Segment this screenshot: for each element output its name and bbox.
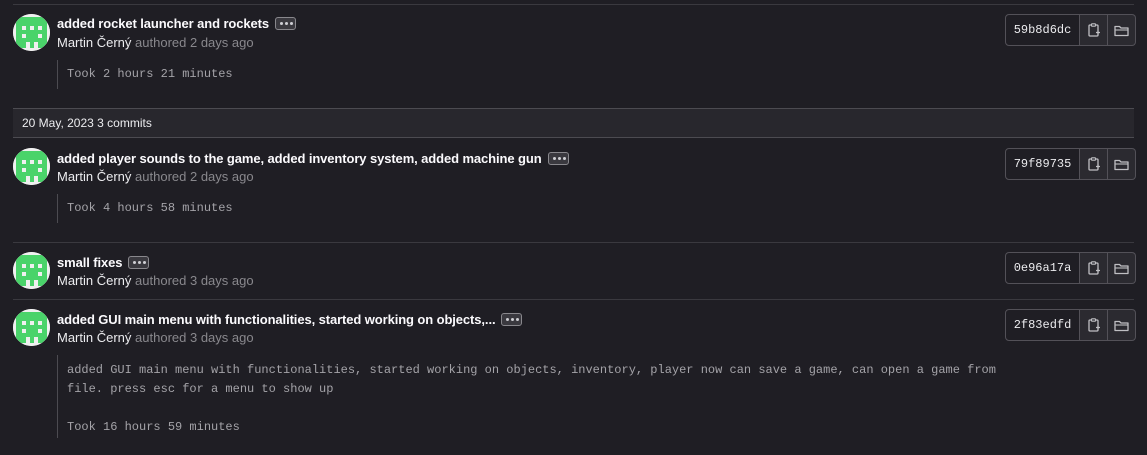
commit-author: Martin Černý authored 2 days ago [57, 169, 254, 184]
browse-files-button[interactable] [1108, 252, 1136, 284]
commit-actions: 2f83edfd [1005, 309, 1136, 341]
browse-files-button[interactable] [1108, 14, 1136, 46]
author-name[interactable]: Martin Černý [57, 169, 131, 184]
copy-sha-button[interactable] [1080, 252, 1108, 284]
commit-sha-button[interactable]: 59b8d6dc [1005, 14, 1080, 46]
commit-actions: 59b8d6dc [1005, 14, 1136, 46]
copy-icon [1087, 23, 1100, 37]
commit-author: Martin Černý authored 2 days ago [57, 35, 254, 50]
browse-files-button[interactable] [1108, 148, 1136, 180]
commit-date: authored 2 days ago [135, 35, 254, 50]
commit-date: authored 3 days ago [135, 330, 254, 345]
ellipsis-icon[interactable] [547, 152, 569, 166]
copy-icon [1087, 261, 1100, 275]
day-date: 20 May, 2023 [22, 116, 94, 130]
avatar[interactable] [13, 309, 50, 346]
copy-sha-button[interactable] [1080, 14, 1108, 46]
avatar[interactable] [13, 14, 50, 51]
day-commit-count: 3 commits [97, 116, 152, 130]
commit-description: Took 2 hours 21 minutes [57, 60, 233, 89]
copy-sha-button[interactable] [1080, 148, 1108, 180]
commit-date: authored 3 days ago [135, 273, 254, 288]
author-name[interactable]: Martin Černý [57, 35, 131, 50]
avatar[interactable] [13, 148, 50, 185]
copy-icon [1087, 318, 1100, 332]
commit-title[interactable]: added rocket launcher and rockets [57, 16, 296, 31]
commit-description: added GUI main menu with functionalities… [57, 355, 996, 438]
author-name[interactable]: Martin Černý [57, 330, 131, 345]
commit-date: authored 2 days ago [135, 169, 254, 184]
top-divider [13, 4, 1134, 5]
ellipsis-icon[interactable] [501, 313, 523, 327]
commit-sha-button[interactable]: 2f83edfd [1005, 309, 1080, 341]
commit-title[interactable]: added GUI main menu with functionalities… [57, 312, 523, 327]
ellipsis-icon[interactable] [128, 256, 150, 270]
commit-title[interactable]: added player sounds to the game, added i… [57, 151, 569, 166]
author-name[interactable]: Martin Černý [57, 273, 131, 288]
commit-actions: 79f89735 [1005, 148, 1136, 180]
commit-title[interactable]: small fixes [57, 255, 150, 270]
folder-icon [1114, 320, 1129, 331]
commit-divider [13, 242, 1134, 243]
commit-sha-button[interactable]: 0e96a17a [1005, 252, 1080, 284]
commit-description: Took 4 hours 58 minutes [57, 194, 233, 223]
commit-author: Martin Černý authored 3 days ago [57, 330, 254, 345]
copy-icon [1087, 157, 1100, 171]
folder-icon [1114, 263, 1129, 274]
commit-divider [13, 299, 1134, 300]
folder-icon [1114, 159, 1129, 170]
folder-icon [1114, 25, 1129, 36]
day-header: 20 May, 2023 3 commits [13, 108, 1134, 138]
browse-files-button[interactable] [1108, 309, 1136, 341]
commit-author: Martin Černý authored 3 days ago [57, 273, 254, 288]
commit-sha-button[interactable]: 79f89735 [1005, 148, 1080, 180]
avatar[interactable] [13, 252, 50, 289]
copy-sha-button[interactable] [1080, 309, 1108, 341]
ellipsis-icon[interactable] [275, 17, 296, 31]
commit-actions: 0e96a17a [1005, 252, 1136, 284]
